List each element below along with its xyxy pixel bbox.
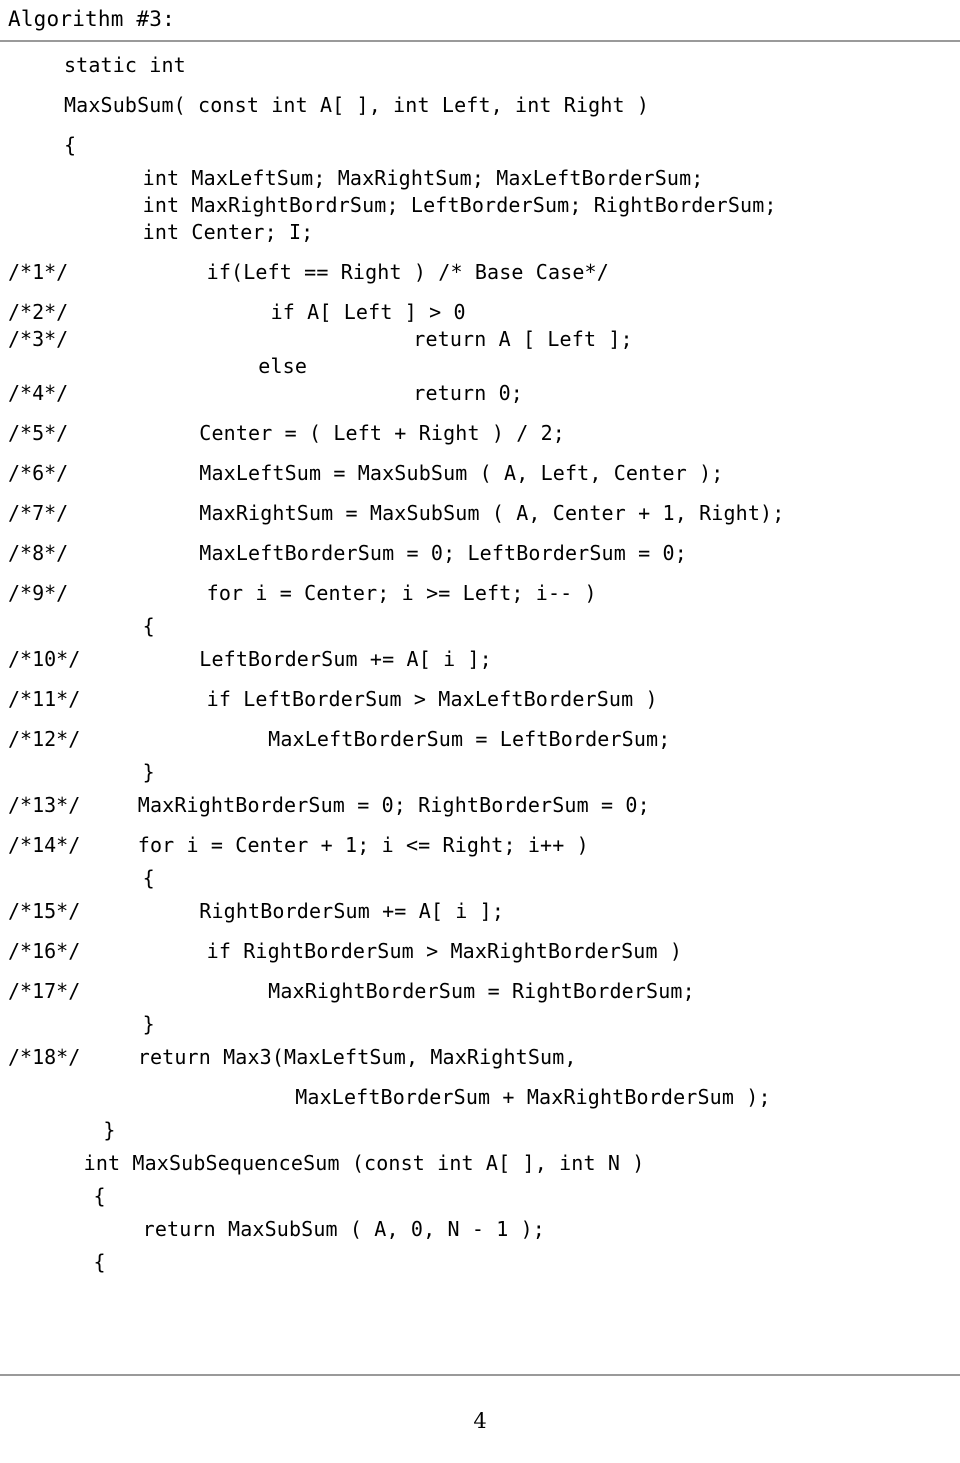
code-line-text: MaxLeftBorderSum = 0; LeftBorderSum = 0;: [199, 541, 687, 565]
code-line-text: if RightBorderSum > MaxRightBorderSum ): [206, 939, 683, 963]
code-line-text: MaxLeftSum = MaxSubSum ( A, Left, Center…: [199, 461, 724, 485]
code-line-label: /*1*/: [8, 260, 69, 284]
code-line-text: int Center; I;: [142, 220, 314, 244]
code-line-text: if(Left == Right ) /* Base Case*/: [206, 260, 609, 284]
code-line-text: {: [142, 614, 155, 638]
code-line-text: {: [93, 1250, 106, 1274]
code-line: /*6*/ MaxLeftSum = MaxSubSum ( A, Left, C…: [0, 460, 960, 500]
code-line-text: if LeftBorderSum > MaxLeftBorderSum ): [206, 687, 658, 711]
code-line-label: /*9*/: [8, 581, 69, 605]
code-line: /*12*/ MaxLeftBorderSum = LeftBorderSum;: [0, 726, 960, 759]
code-line: int MaxLeftSum; MaxRightSum; MaxLeftBord…: [0, 165, 960, 192]
code-line-text: MaxLeftBorderSum = LeftBorderSum;: [268, 727, 671, 751]
code-line-text: }: [142, 1012, 155, 1036]
code-line-text: {: [142, 866, 155, 890]
code-line-label: /*6*/: [8, 461, 69, 485]
code-line: }: [0, 1117, 960, 1150]
code-line: MaxSubSum( const int A[ ], int Left, int…: [0, 92, 960, 132]
code-line: {: [0, 1183, 960, 1216]
code-line-text: int MaxLeftSum; MaxRightSum; MaxLeftBord…: [142, 166, 704, 190]
code-line: /*14*/ for i = Center + 1; i <= Right; i+…: [0, 832, 960, 865]
code-line-text: LeftBorderSum += A[ i ];: [199, 647, 492, 671]
code-line-text: static int: [63, 53, 186, 77]
code-line: /*13*/ MaxRightBorderSum = 0; RightBorder…: [0, 792, 960, 832]
code-line: /*3*/ return A [ Left ];: [0, 326, 960, 353]
code-line-label: /*10*/: [8, 647, 81, 671]
code-line: {: [0, 132, 960, 165]
code-line-text: }: [103, 1118, 116, 1142]
code-line-label: /*13*/: [8, 793, 81, 817]
code-line-label: /*4*/: [8, 381, 69, 405]
code-line: /*11*/ if LeftBorderSum > MaxLeftBorderSu…: [0, 686, 960, 726]
code-line-text: }: [142, 760, 155, 784]
code-line-label: /*16*/: [8, 939, 81, 963]
page-number: 4: [473, 1409, 487, 1433]
code-line-text: Center = ( Left + Right ) / 2;: [199, 421, 565, 445]
code-line-text: else: [258, 354, 308, 378]
code-line: else: [0, 353, 960, 380]
code-line-label: /*8*/: [8, 541, 69, 565]
code-line-label: /*11*/: [8, 687, 81, 711]
code-line-text: MaxRightBorderSum = RightBorderSum;: [268, 979, 695, 1003]
code-line: {: [0, 1249, 960, 1289]
code-line: int MaxRightBordrSum; LeftBorderSum; Rig…: [0, 192, 960, 219]
code-line: /*7*/ MaxRightSum = MaxSubSum ( A, Center…: [0, 500, 960, 540]
code-line: /*5*/ Center = ( Left + Right ) / 2;: [0, 420, 960, 460]
code-line: {: [0, 865, 960, 898]
code-line-label: /*5*/: [8, 421, 69, 445]
code-line: /*8*/ MaxLeftBorderSum = 0; LeftBorderSum…: [0, 540, 960, 580]
code-line-text: return Max3(MaxLeftSum, MaxRightSum,: [137, 1045, 577, 1069]
code-line: /*9*/ for i = Center; i >= Left; i-- ): [0, 580, 960, 613]
code-line-label: /*18*/: [8, 1045, 81, 1069]
code-line-text: if A[ Left ] > 0: [270, 300, 466, 324]
code-line: }: [0, 1011, 960, 1044]
code-line-text: MaxRightBorderSum = 0; RightBorderSum = …: [137, 793, 650, 817]
header-divider: [0, 40, 960, 42]
code-listing: static int MaxSubSum( const int A[ ], int…: [0, 52, 960, 1289]
code-line: return MaxSubSum ( A, 0, N - 1 );: [0, 1216, 960, 1249]
code-line: /*17*/ MaxRightBorderSum = RightBorderSum…: [0, 978, 960, 1011]
code-line-label: /*14*/: [8, 833, 81, 857]
code-line: /*10*/ LeftBorderSum += A[ i ];: [0, 646, 960, 686]
code-line-text: for i = Center; i >= Left; i-- ): [206, 581, 597, 605]
code-line: /*2*/ if A[ Left ] > 0: [0, 299, 960, 326]
code-line-text: int MaxRightBordrSum; LeftBorderSum; Rig…: [142, 193, 777, 217]
code-line: {: [0, 613, 960, 646]
code-line: /*15*/ RightBorderSum += A[ i ];: [0, 898, 960, 938]
document-page: Algorithm #3: static int MaxSubSum( const…: [0, 0, 960, 1463]
code-line-label: /*17*/: [8, 979, 81, 1003]
code-line-text: MaxLeftBorderSum + MaxRightBorderSum );: [295, 1085, 771, 1109]
code-line-text: return 0;: [413, 381, 523, 405]
code-line: /*16*/ if RightBorderSum > MaxRightBorder…: [0, 938, 960, 978]
code-line-label: /*7*/: [8, 501, 69, 525]
code-line-text: {: [63, 133, 77, 157]
code-line-text: {: [93, 1184, 106, 1208]
code-line-text: MaxSubSum( const int A[ ], int Left, int…: [63, 93, 650, 117]
code-line-text: MaxRightSum = MaxSubSum ( A, Center + 1,…: [199, 501, 785, 525]
code-line-text: RightBorderSum += A[ i ];: [199, 899, 505, 923]
code-line-text: int MaxSubSequenceSum (const int A[ ], i…: [83, 1151, 645, 1175]
code-line: int MaxSubSequenceSum (const int A[ ], i…: [0, 1150, 960, 1183]
code-line: /*4*/ return 0;: [0, 380, 960, 420]
code-line: /*1*/ if(Left == Right ) /* Base Case*/: [0, 259, 960, 299]
code-line-label: /*3*/: [8, 327, 69, 351]
code-line: }: [0, 759, 960, 792]
page-title: Algorithm #3:: [8, 7, 175, 31]
code-line-text: return MaxSubSum ( A, 0, N - 1 );: [142, 1217, 545, 1241]
code-line: MaxLeftBorderSum + MaxRightBorderSum );: [0, 1084, 960, 1117]
footer-divider: [0, 1374, 960, 1376]
code-line-text: return A [ Left ];: [413, 327, 633, 351]
code-line: int Center; I;: [0, 219, 960, 259]
code-line: static int: [0, 52, 960, 92]
code-line-label: /*15*/: [8, 899, 81, 923]
code-line-label: /*12*/: [8, 727, 81, 751]
code-line-label: /*2*/: [8, 300, 69, 324]
code-line-text: for i = Center + 1; i <= Right; i++ ): [137, 833, 589, 857]
code-line: /*18*/ return Max3(MaxLeftSum, MaxRightSu…: [0, 1044, 960, 1084]
